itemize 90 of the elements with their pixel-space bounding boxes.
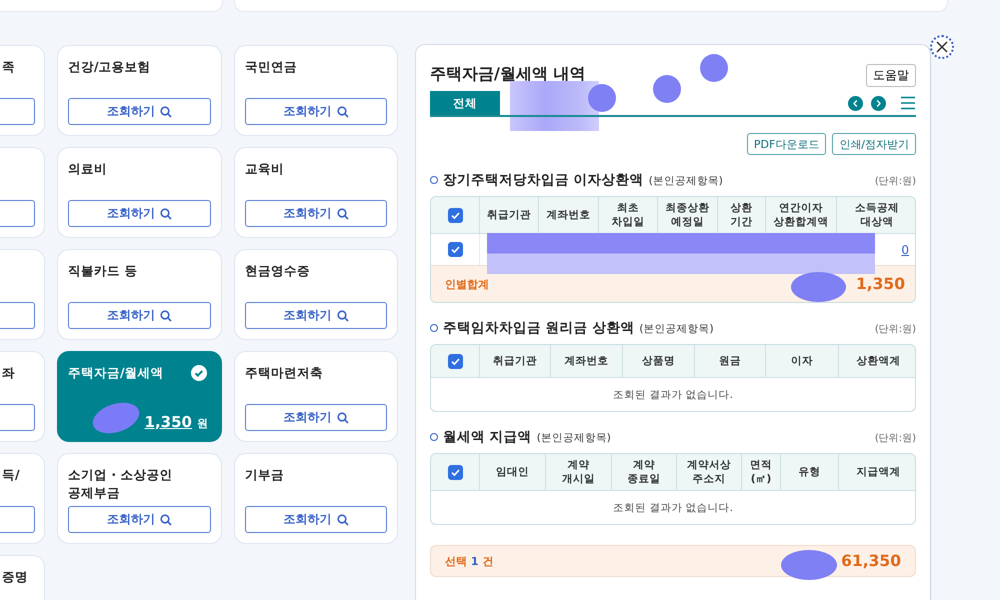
card-title: 주택마련저축	[245, 364, 324, 382]
search-icon	[336, 106, 348, 118]
card-title: 족	[1, 58, 16, 76]
section-title: 월세액 지급액	[443, 428, 532, 446]
unit-label: (단위:원)	[874, 432, 916, 445]
redaction-blob	[781, 550, 837, 580]
card-title: 주택자금/월세액	[68, 364, 165, 382]
currency-unit: 원	[197, 416, 208, 431]
card-title: 소기업 · 소상공인 공제부금	[68, 466, 174, 502]
card-title: 교육비	[245, 160, 285, 178]
card-title: 좌	[1, 364, 16, 382]
card-title: 의료비	[68, 160, 108, 178]
help-button[interactable]: 도움말	[866, 64, 916, 87]
section-note: (본인공제항목)	[536, 431, 611, 445]
card-title: 건강/고용보험	[68, 58, 152, 76]
query-button[interactable]: 조회하기	[245, 200, 387, 227]
redaction-blob	[700, 54, 728, 82]
search-icon	[160, 208, 172, 220]
menu-icon[interactable]	[900, 96, 916, 110]
panel-title: 주택자금/월세액 내역	[430, 64, 586, 84]
column-header: 최종상환 예정일	[658, 197, 718, 234]
column-header: 계좌번호	[551, 345, 623, 378]
column-header: 계약 종료일	[612, 454, 677, 491]
query-button[interactable]: 조회하기	[68, 506, 211, 533]
action-button[interactable]: 인쇄/점자받기	[832, 133, 916, 155]
column-header: 면적 (㎡)	[742, 454, 781, 491]
query-button[interactable]: 조회하기	[68, 98, 211, 125]
query-button[interactable]: 조회하기	[245, 302, 387, 329]
close-icon	[936, 41, 948, 53]
column-header: 소득공제 대상액	[837, 197, 915, 234]
total-value: 61,350	[841, 552, 901, 570]
search-icon	[336, 514, 348, 526]
column-header: 원금	[695, 345, 766, 378]
query-button[interactable]: 조회하기	[68, 302, 211, 329]
column-header: 상환 기간	[718, 197, 766, 234]
tab[interactable]: 전체	[430, 91, 500, 115]
unit-label: (단위:원)	[874, 323, 916, 336]
unit-label: (단위:원)	[874, 175, 916, 188]
column-header: 이자	[766, 345, 839, 378]
query-button[interactable]: 조회하기	[68, 200, 211, 227]
card-title: 기부금	[245, 466, 285, 484]
empty-message: 조회된 결과가 없습니다.	[612, 501, 734, 516]
column-header: 계약 개시일	[546, 454, 612, 491]
query-button[interactable]: 조회하기	[245, 98, 387, 125]
column-header: 취급기관	[480, 197, 539, 234]
column-header: 상품명	[623, 345, 695, 378]
bullet-icon	[430, 324, 438, 332]
checkbox[interactable]	[448, 242, 462, 257]
section-title: 주택임차차입금 원리금 상환액	[443, 319, 634, 337]
amount-link[interactable]: 0	[901, 242, 915, 256]
card-title: 국민연금	[245, 58, 298, 76]
empty-message: 조회된 결과가 없습니다.	[612, 388, 734, 403]
section-note: (본인공제항목)	[648, 174, 723, 188]
card-title: 직불카드 등	[68, 262, 138, 280]
bullet-icon	[430, 433, 438, 441]
section-note: (본인공제항목)	[639, 322, 714, 336]
redaction-blob	[653, 75, 681, 103]
query-button[interactable]: 조회하기	[245, 404, 387, 431]
total-label: 인별합계	[445, 276, 489, 292]
search-icon	[160, 514, 172, 526]
column-header: 연간이자 상환합계액	[766, 197, 837, 234]
close-button[interactable]	[930, 35, 954, 59]
search-icon	[336, 208, 348, 220]
checkbox[interactable]	[448, 354, 462, 368]
section-title: 장기주택저당차입금 이자상환액	[443, 171, 644, 189]
checkbox[interactable]	[448, 464, 462, 480]
column-header: 지급액계	[839, 454, 915, 491]
total-value: 1,350	[856, 275, 905, 293]
column-header: 계약서상 주소지	[677, 454, 742, 491]
search-icon	[336, 412, 348, 424]
column-header: 취급기관	[480, 345, 551, 378]
card-title: 현금영수증	[245, 262, 311, 280]
column-header: 상환액계	[839, 345, 915, 378]
previous-icon[interactable]	[848, 96, 863, 110]
column-header: 임대인	[480, 454, 546, 491]
query-button[interactable]: 조회하기	[245, 506, 387, 533]
action-button[interactable]: PDF다운로드	[746, 133, 826, 155]
search-icon	[336, 310, 348, 322]
search-icon	[160, 106, 172, 118]
column-header: 유형	[781, 454, 839, 491]
selection-count: 선택 1 건	[445, 554, 494, 568]
card-title: 증명	[1, 568, 29, 586]
column-header: 계좌번호	[539, 197, 599, 234]
column-header: 최초 차입일	[599, 197, 658, 234]
amount-link[interactable]: 1,350	[144, 413, 192, 431]
next-icon[interactable]	[871, 96, 886, 110]
search-icon	[160, 310, 172, 322]
bullet-icon	[430, 176, 438, 184]
checkbox[interactable]	[448, 208, 462, 222]
card-title: 득/	[1, 466, 21, 484]
